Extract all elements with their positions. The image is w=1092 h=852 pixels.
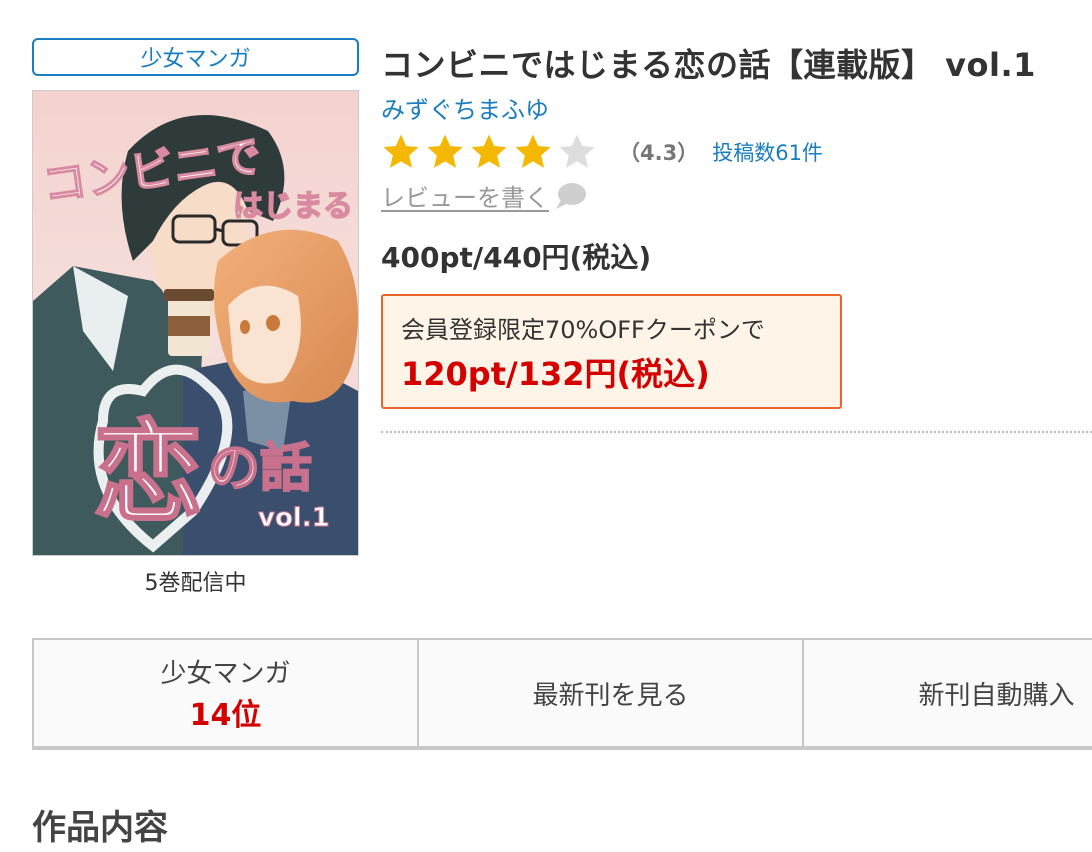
speech-bubble-icon bbox=[556, 182, 586, 209]
section-title: 作品内容 bbox=[32, 808, 168, 848]
auto-purchase-button[interactable]: 新刊自動購入 bbox=[804, 640, 1092, 746]
review-count-link[interactable]: 投稿数61件 bbox=[712, 137, 823, 167]
write-review-label: レビューを書く bbox=[381, 184, 549, 212]
star-icon bbox=[471, 134, 507, 168]
write-review-link[interactable]: レビューを書く bbox=[381, 178, 587, 213]
rating-row: （4.3） 投稿数61件 bbox=[381, 132, 823, 172]
ranking-genre-label: 少女マンガ bbox=[160, 658, 291, 689]
coupon-price: 120pt/132円(税込) bbox=[401, 355, 710, 393]
regular-price: 400pt/440円(税込) bbox=[381, 241, 652, 274]
cover-volume-text: vol.1 bbox=[258, 503, 330, 533]
cover-title-kanji: 恋 bbox=[93, 409, 203, 537]
author-link[interactable]: みずぐちまふゆ bbox=[381, 90, 549, 125]
rating-value: （4.3） bbox=[619, 141, 699, 165]
divider bbox=[381, 431, 1092, 433]
coupon-box: 会員登録限定70%OFFクーポンで 120pt/132円(税込) bbox=[381, 294, 842, 409]
cover-image[interactable]: コンビニで はじまる 恋 の話 vol.1 bbox=[32, 90, 359, 556]
genre-ranking-button[interactable]: 少女マンガ 14位 bbox=[34, 640, 419, 746]
latest-volume-label: 最新刊を見る bbox=[532, 680, 689, 711]
cover-illustration: コンビニで はじまる 恋 の話 vol.1 bbox=[33, 91, 358, 555]
genre-tag[interactable]: 少女マンガ bbox=[32, 38, 359, 76]
ranking-value: 14位 bbox=[189, 697, 262, 733]
star-icon bbox=[383, 134, 419, 168]
latest-volume-button[interactable]: 最新刊を見る bbox=[419, 640, 804, 746]
page-title: コンビニではじまる恋の話【連載版】 vol.1 bbox=[381, 46, 1036, 84]
star-icon bbox=[515, 134, 551, 168]
cover-title-suffix: の話 bbox=[208, 439, 312, 499]
volumes-status: 5巻配信中 bbox=[144, 571, 247, 596]
auto-purchase-label: 新刊自動購入 bbox=[918, 680, 1075, 711]
action-bar: 少女マンガ 14位 最新刊を見る 新刊自動購入 bbox=[32, 638, 1092, 750]
star-icon bbox=[427, 134, 463, 168]
coupon-label: 会員登録限定70%OFFクーポンで bbox=[401, 316, 765, 344]
cover-title-upper-2: はじまる bbox=[233, 189, 353, 224]
star-empty-icon bbox=[559, 134, 595, 168]
